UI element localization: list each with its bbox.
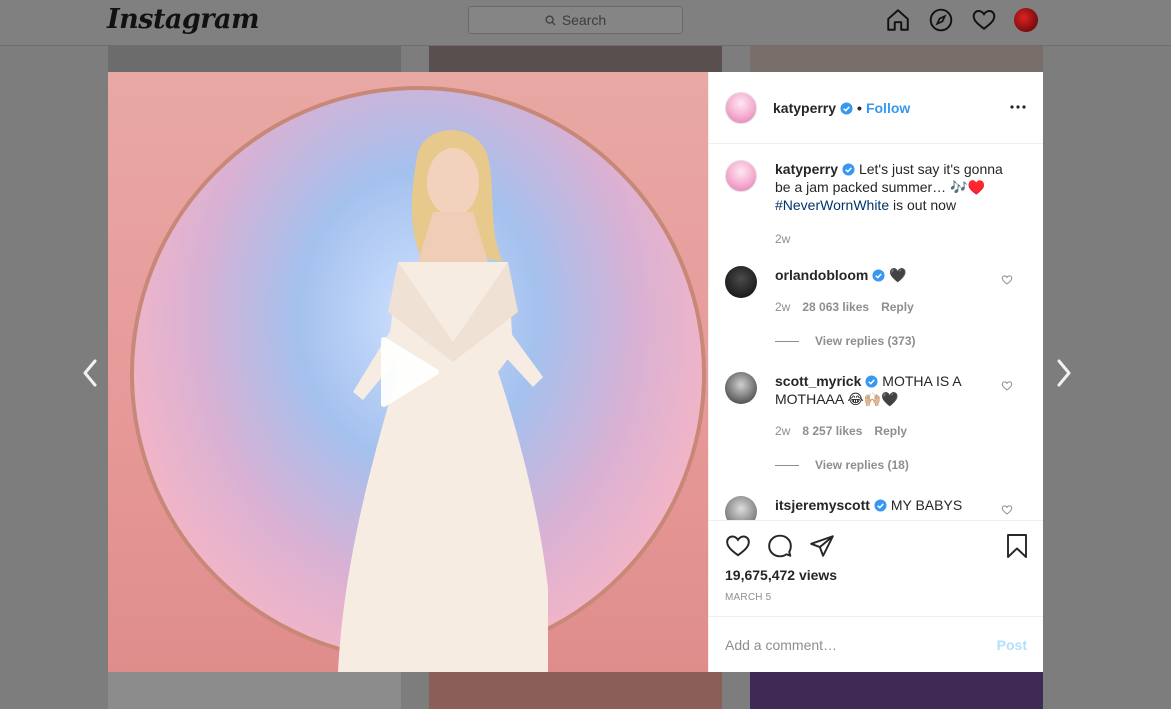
- background-grid-tile: [429, 46, 722, 72]
- share-paper-plane-icon[interactable]: [809, 533, 835, 559]
- nav-icons: [885, 7, 1038, 33]
- caption-text-after: is out now: [893, 197, 957, 213]
- comment-reply-button[interactable]: Reply: [874, 424, 907, 438]
- post-actions: 19,675,472 views MARCH 5: [709, 520, 1043, 616]
- add-comment-input[interactable]: [725, 636, 985, 653]
- post-date: MARCH 5: [725, 592, 772, 603]
- comment-likes[interactable]: 8 257 likes: [802, 424, 862, 438]
- background-grid-tile: [108, 672, 401, 709]
- comment-body: orlandobloom 🖤 2w 28 063 likes Reply: [775, 266, 1005, 316]
- comment-item: itsjeremyscott MY BABYS: [725, 496, 1027, 520]
- caption-meta: 2w: [775, 230, 1005, 248]
- separator-dot: •: [857, 99, 862, 116]
- comment-like-heart-icon[interactable]: [1001, 274, 1013, 286]
- verified-badge-icon: [872, 269, 885, 282]
- verified-badge-icon: [874, 499, 887, 512]
- activity-heart-icon[interactable]: [971, 7, 997, 33]
- play-icon: [381, 337, 439, 407]
- background-grid-tile: [750, 46, 1043, 72]
- comment-like-heart-icon[interactable]: [1001, 380, 1013, 392]
- caption: katyperry Let's just say it's gonna be a…: [725, 160, 1027, 248]
- post-modal: katyperry • Follow katyperry Let's just sa…: [108, 72, 1043, 672]
- commenter-avatar[interactable]: [725, 372, 757, 404]
- comment-time: 2w: [775, 424, 791, 438]
- view-replies-label: View replies (373): [815, 334, 916, 348]
- caption-username[interactable]: katyperry: [775, 161, 838, 177]
- verified-badge-icon: [842, 163, 855, 176]
- author-username[interactable]: katyperry: [773, 100, 836, 116]
- profile-avatar[interactable]: [1014, 8, 1038, 32]
- post-comment-button[interactable]: Post: [997, 637, 1027, 653]
- comment-time: 2w: [775, 300, 791, 314]
- action-icons: [725, 533, 1027, 559]
- replies-divider-line: [775, 340, 799, 342]
- author-avatar[interactable]: [725, 91, 757, 124]
- comments-list[interactable]: katyperry Let's just say it's gonna be a…: [709, 144, 1043, 520]
- add-comment-bar: Post: [709, 616, 1043, 672]
- caption-time: 2w: [775, 232, 791, 246]
- search-icon: [545, 14, 556, 26]
- caption-body: katyperry Let's just say it's gonna be a…: [775, 160, 1005, 248]
- chevron-left-icon: [83, 359, 97, 387]
- top-nav-bar: Instagram Search: [0, 0, 1171, 46]
- comment-text: 🖤: [889, 267, 907, 283]
- caption-avatar[interactable]: [725, 160, 757, 192]
- commenter-avatar[interactable]: [725, 266, 757, 298]
- search-box[interactable]: Search: [468, 6, 683, 34]
- post-header: katyperry • Follow: [709, 72, 1043, 144]
- post-video[interactable]: [108, 72, 708, 672]
- comment-meta: 2w 8 257 likes Reply: [775, 422, 1005, 440]
- comment-like-heart-icon[interactable]: [1001, 504, 1013, 516]
- comment-text: MY BABYS: [890, 497, 963, 513]
- comment-reply-button[interactable]: Reply: [881, 300, 914, 314]
- comment-meta: 2w 28 063 likes Reply: [775, 298, 1005, 316]
- comment-body: scott_myrick MOTHA IS A MOTHAAA 😂🙌🏼🖤 2w 8…: [775, 372, 1005, 440]
- replies-divider-line: [775, 464, 799, 466]
- home-icon[interactable]: [885, 7, 911, 33]
- view-replies-label: View replies (18): [815, 458, 909, 472]
- next-post-arrow[interactable]: [1050, 356, 1078, 390]
- commenter-avatar[interactable]: [725, 496, 757, 520]
- explore-icon[interactable]: [928, 7, 954, 33]
- view-replies-button[interactable]: View replies (373): [775, 334, 1027, 348]
- more-options-icon[interactable]: [1009, 98, 1027, 116]
- view-count[interactable]: 19,675,472 views: [725, 567, 1027, 583]
- background-grid-tile: [108, 46, 401, 72]
- play-button[interactable]: [370, 334, 446, 410]
- post-sidebar: katyperry • Follow katyperry Let's just sa…: [708, 72, 1043, 672]
- comment-likes[interactable]: 28 063 likes: [802, 300, 869, 314]
- comment-bubble-icon[interactable]: [767, 533, 793, 559]
- comment-username[interactable]: orlandobloom: [775, 267, 868, 283]
- comment-username[interactable]: itsjeremyscott: [775, 497, 870, 513]
- like-heart-icon[interactable]: [725, 533, 751, 559]
- view-replies-button[interactable]: View replies (18): [775, 458, 1027, 472]
- author-block: katyperry • Follow: [773, 100, 910, 116]
- previous-post-arrow[interactable]: [76, 356, 104, 390]
- verified-badge-icon: [840, 101, 853, 115]
- instagram-logo[interactable]: Instagram: [107, 4, 260, 35]
- background-grid-tile: [750, 672, 1043, 709]
- background-grid-tile: [429, 672, 722, 709]
- comment-username[interactable]: scott_myrick: [775, 373, 861, 389]
- comment-item: orlandobloom 🖤 2w 28 063 likes Reply: [725, 266, 1027, 316]
- chevron-right-icon: [1057, 359, 1071, 387]
- follow-button[interactable]: Follow: [866, 100, 910, 116]
- verified-badge-icon: [865, 375, 878, 388]
- caption-hashtag[interactable]: #NeverWornWhite: [775, 197, 889, 213]
- comment-body: itsjeremyscott MY BABYS: [775, 496, 1005, 520]
- comment-item: scott_myrick MOTHA IS A MOTHAAA 😂🙌🏼🖤 2w 8…: [725, 372, 1027, 440]
- save-bookmark-icon[interactable]: [1005, 533, 1029, 559]
- search-placeholder: Search: [561, 12, 607, 28]
